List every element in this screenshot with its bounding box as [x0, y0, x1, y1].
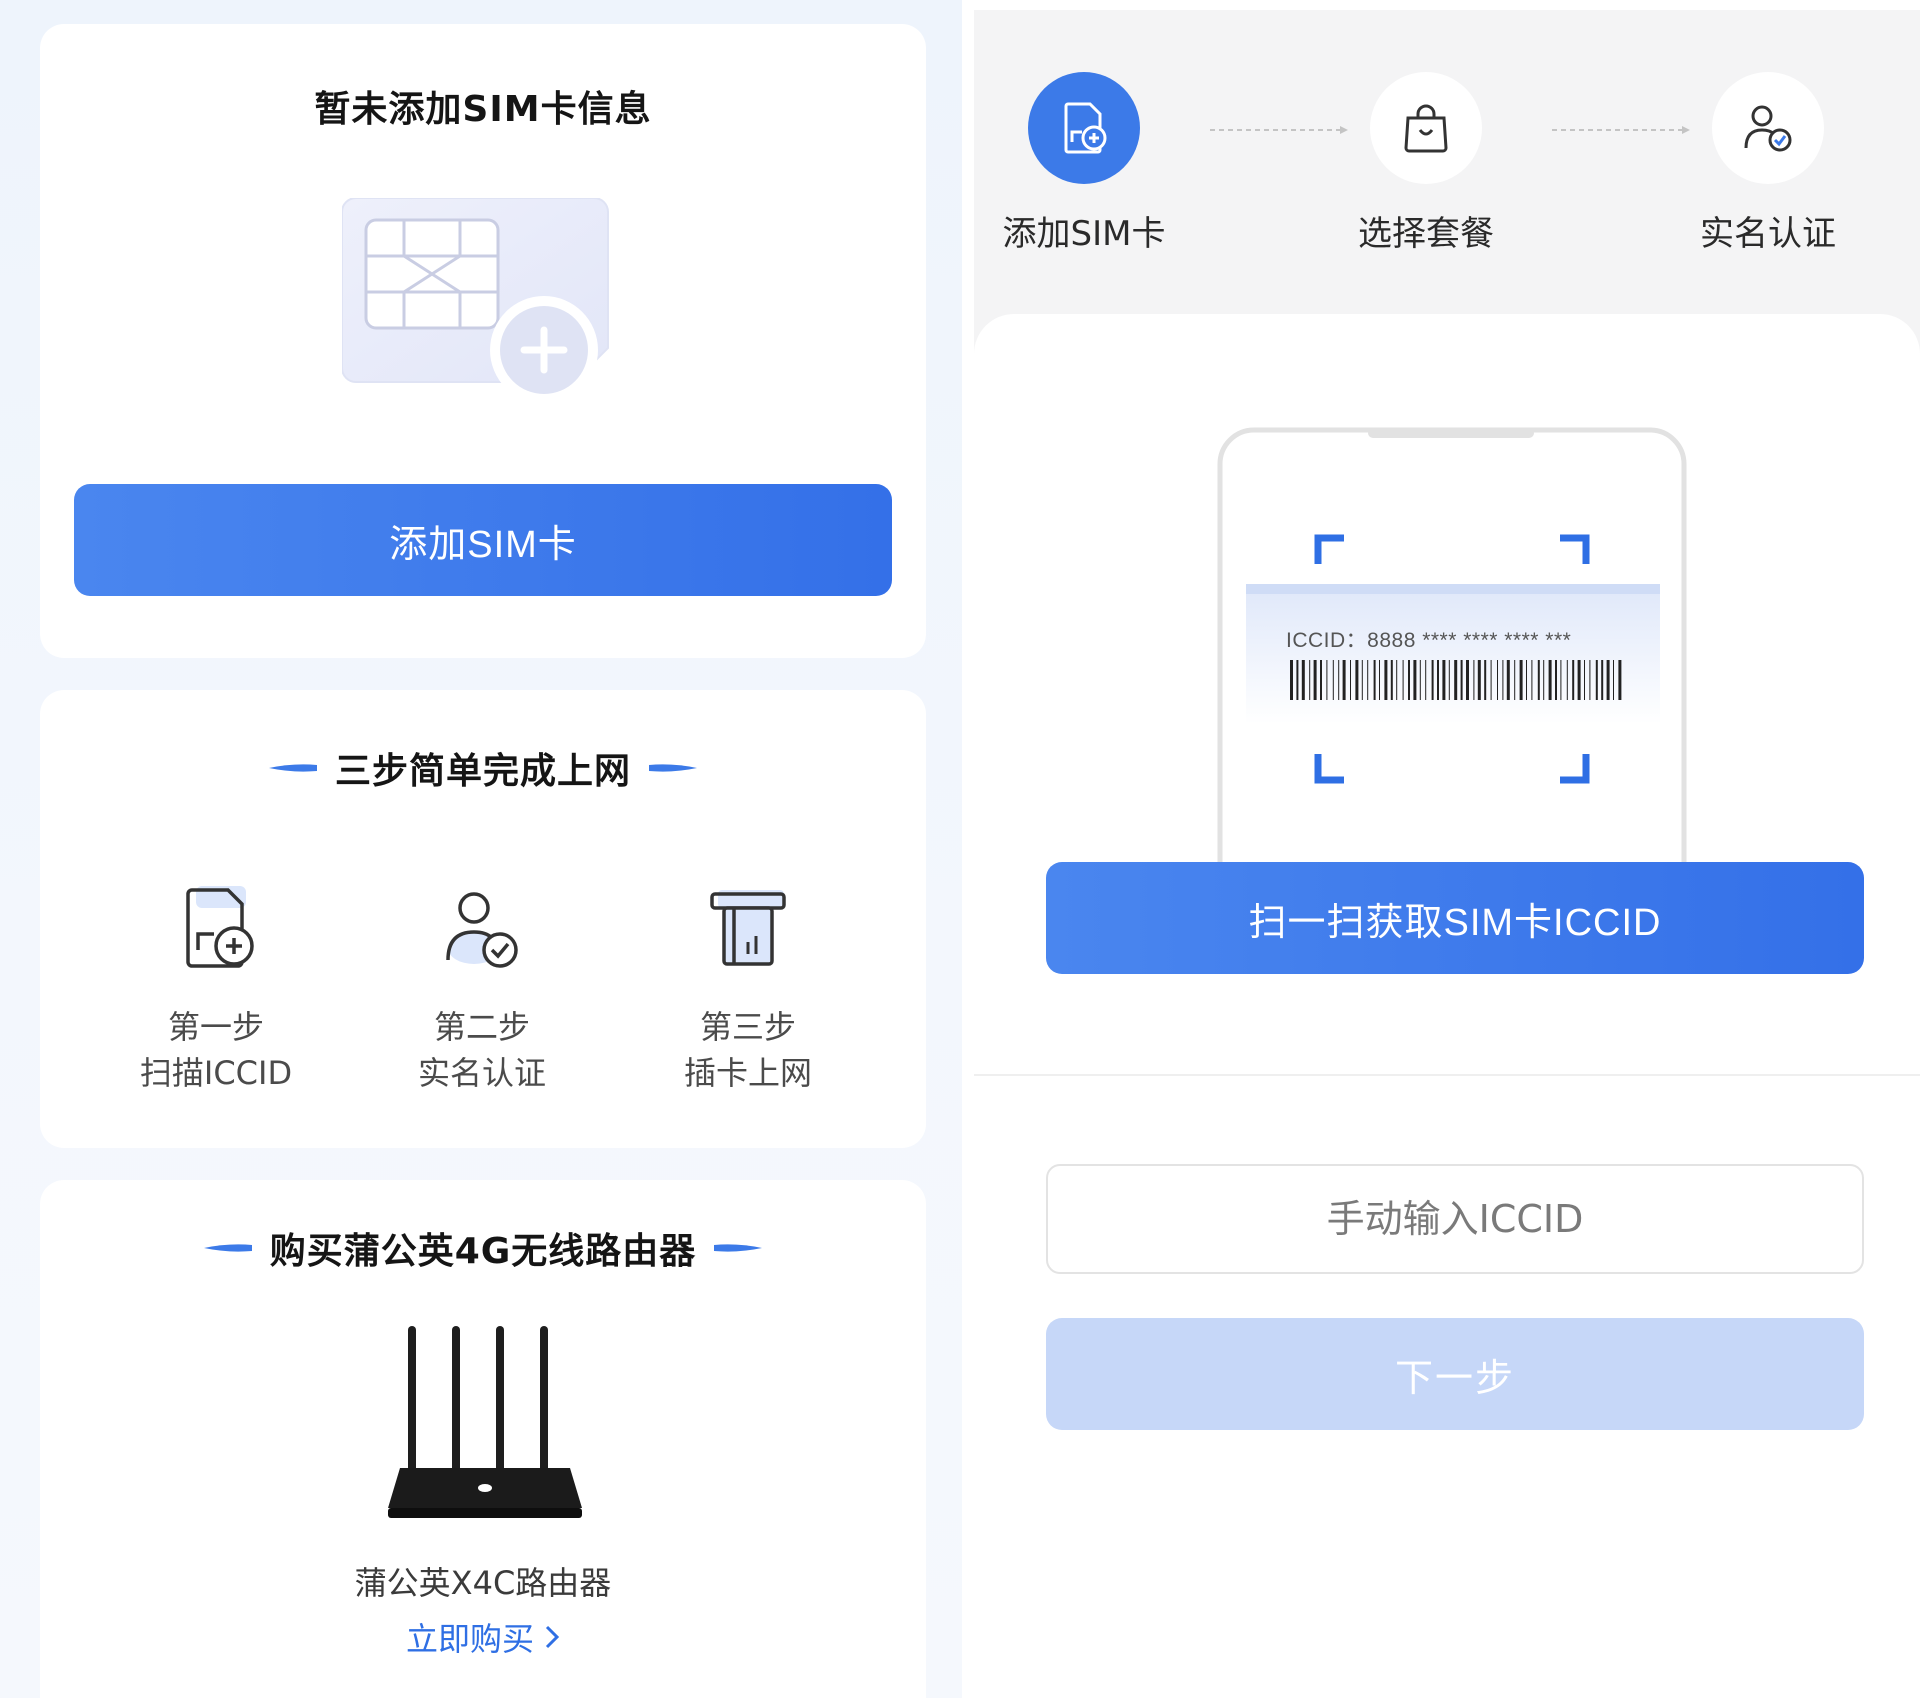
title-decoration-right-icon — [649, 764, 697, 772]
chevron-right-icon — [544, 1620, 560, 1658]
right-panel: 添加SIM卡 选择套餐 实名认证 ICCID：8888 **** **** **… — [974, 10, 1920, 1698]
add-sim-button[interactable]: 添加SIM卡 — [74, 484, 892, 596]
progress-step-circle — [1370, 72, 1482, 184]
progress-step-real-name: 实名认证 — [1658, 72, 1878, 255]
progress-step-label: 选择套餐 — [1358, 214, 1494, 254]
sim-info-card: 暂未添加SIM卡信息 添加SIM卡 — [40, 24, 926, 658]
steps-section-header: 三步简单完成上网 — [40, 742, 926, 794]
title-decoration-left-icon — [203, 1244, 252, 1252]
progress-step-label: 添加SIM卡 — [1002, 214, 1166, 254]
step-3-title: 第三步 — [699, 1008, 796, 1046]
scan-iccid-button[interactable]: 扫一扫获取SIM卡ICCID — [1046, 862, 1864, 974]
step-2-desc: 实名认证 — [417, 1054, 546, 1092]
buy-router-card: 购买蒲公英4G无线路由器 蒲公英X4C路由器 立即购买 — [40, 1180, 926, 1698]
step-3-desc: 插卡上网 — [683, 1054, 812, 1092]
router-image — [388, 1326, 582, 1518]
user-verify-icon — [1744, 105, 1792, 152]
progress-step-circle — [1712, 72, 1824, 184]
sim-info-title: 暂未添加SIM卡信息 — [314, 89, 652, 130]
step-2-title: 第二步 — [433, 1008, 530, 1046]
step-item: 第一步 扫描ICCID — [86, 880, 346, 1096]
app-root: 暂未添加SIM卡信息 添加SIM卡 三步简单完成上网 第一步 扫描ICCID 第… — [0, 0, 1920, 1698]
steps-row: 第一步 扫描ICCID 第二步 实名认证 第三步 插卡上网 — [40, 880, 926, 1120]
three-steps-card: 三步简单完成上网 第一步 扫描ICCID 第二步 实名认证 第三步 插卡上网 — [40, 690, 926, 1148]
phone-scan-illustration — [1217, 427, 1687, 894]
section-divider — [974, 1074, 1920, 1076]
step-item: 第三步 插卡上网 — [618, 880, 878, 1096]
next-step-button[interactable]: 下一步 — [1046, 1318, 1864, 1430]
progress-step-circle — [1028, 72, 1140, 184]
title-decoration-right-icon — [714, 1244, 763, 1252]
buy-now-label: 立即购买 — [405, 1620, 534, 1658]
user-verify-icon — [446, 892, 518, 968]
step-item: 第二步 实名认证 — [352, 880, 612, 1096]
router-product-name: 蒲公英X4C路由器 — [354, 1564, 612, 1602]
left-panel: 暂未添加SIM卡信息 添加SIM卡 三步简单完成上网 第一步 扫描ICCID 第… — [0, 0, 962, 1698]
barcode-icon — [1290, 660, 1622, 700]
manual-iccid-input[interactable] — [1046, 1164, 1864, 1274]
sim-add-icon — [1064, 102, 1107, 154]
step-1-desc: 扫描ICCID — [139, 1054, 293, 1092]
buy-section-header: 购买蒲公英4G无线路由器 — [40, 1222, 926, 1274]
step-1-title: 第一步 — [167, 1008, 264, 1046]
progress-step-select-plan: 选择套餐 — [1316, 72, 1536, 255]
shopping-bag-icon — [1404, 104, 1448, 153]
iccid-sample-text: ICCID：8888 **** **** **** *** — [1286, 629, 1572, 652]
sim-add-icon — [186, 886, 254, 968]
scan-card: ICCID：8888 **** **** **** *** 扫一扫获取SIM卡I… — [974, 314, 1920, 1454]
steps-section-title: 三步简单完成上网 — [334, 751, 631, 792]
progress-step-label: 实名认证 — [1700, 214, 1836, 254]
sim-card-add-illustration — [342, 198, 609, 404]
insert-card-icon — [710, 890, 786, 966]
buy-section-title: 购买蒲公英4G无线路由器 — [269, 1231, 697, 1272]
progress-step-add-sim: 添加SIM卡 — [974, 72, 1194, 255]
buy-now-link[interactable]: 立即购买 — [40, 1614, 926, 1660]
title-decoration-left-icon — [268, 764, 317, 772]
